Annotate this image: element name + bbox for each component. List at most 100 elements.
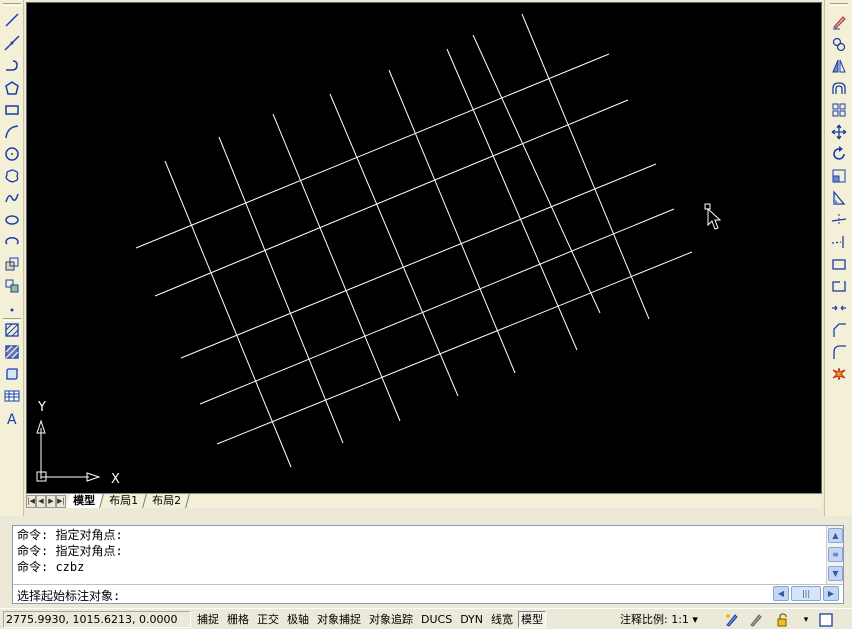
command-prompt: 选择起始标注对象: [17,589,121,603]
rectangle-icon[interactable] [2,100,22,120]
join-icon[interactable] [829,298,849,318]
table-icon[interactable] [2,386,22,406]
grid-line[interactable] [216,251,693,445]
hatch-icon[interactable] [2,320,22,340]
extend-icon[interactable] [829,232,849,252]
toolbar-grip[interactable] [830,3,848,6]
grid-line[interactable] [180,163,657,359]
osnap-button[interactable]: 对象捕捉 [314,611,364,628]
spline-icon[interactable] [2,188,22,208]
mouse-cursor-icon [704,203,722,230]
ellipse-icon[interactable] [2,210,22,230]
prev-tab-icon[interactable]: ◀ [36,495,46,508]
scroll-down-icon[interactable]: ▼ [828,566,843,581]
toolbar-grip[interactable] [3,3,21,6]
command-window: 命令: 指定对角点: 命令: 指定对角点: 命令: czbz ▲ ≡ ▼ 选择起… [12,525,844,604]
ellipse-arc-icon[interactable] [2,232,22,252]
command-line[interactable]: 选择起始标注对象: ◀ ||| ▶ [13,584,843,603]
svg-text:A: A [7,412,17,426]
otrack-button[interactable]: 对象追踪 [366,611,416,628]
insert-block-icon[interactable] [2,254,22,274]
ortho-button[interactable]: 正交 [254,611,282,628]
array-icon[interactable] [829,100,849,120]
ucs-y-label: Y [37,400,46,415]
annotation-scale[interactable]: 注释比例: 1:1 ▾ [620,612,698,627]
scale-icon[interactable] [829,166,849,186]
grid-drawing: Y X [36,13,722,487]
modify-toolbar [824,0,852,516]
revision-cloud-icon[interactable] [2,166,22,186]
first-tab-icon[interactable]: |◀ [26,495,36,508]
grid-line[interactable] [135,53,610,249]
stretch-icon[interactable] [829,188,849,208]
chamfer-icon[interactable] [829,320,849,340]
annotation-visibility-icon[interactable] [724,612,740,628]
drawing-canvas[interactable]: Y X [26,2,822,494]
scroll-up-icon[interactable]: ▲ [828,528,843,543]
command-hscroll[interactable]: ◀ ||| ▶ [773,586,841,601]
circle-icon[interactable] [2,144,22,164]
grid-line[interactable] [329,93,459,397]
draw-toolbar: A [0,0,24,516]
ucs-x-label: X [111,472,120,487]
explode-icon[interactable] [829,364,849,384]
scroll-thumb[interactable]: ≡ [828,547,843,562]
clean-screen-icon[interactable] [818,612,834,628]
offset-icon[interactable] [829,78,849,98]
status-bar: 2775.9930, 1015.6213, 0.0000 捕捉 栅格 正交 极轴… [0,608,852,629]
lock-icon[interactable] [774,612,790,628]
grid-line[interactable] [472,34,601,314]
move-icon[interactable] [829,122,849,142]
break-icon[interactable] [829,276,849,296]
next-tab-icon[interactable]: ▶ [46,495,56,508]
tab-model[interactable]: 模型 [66,494,104,508]
drafting-settings: 捕捉 栅格 正交 极轴 对象捕捉 对象追踪 DUCS DYN 线宽 模型 [194,611,547,628]
gradient-icon[interactable] [2,342,22,362]
hscroll-thumb[interactable]: ||| [791,586,821,601]
tab-layout2[interactable]: 布局2 [145,494,190,508]
grid-line[interactable] [218,136,344,444]
scroll-left-icon[interactable]: ◀ [773,586,789,601]
erase-icon[interactable] [829,12,849,32]
multiline-text-icon[interactable]: A [2,408,22,428]
polar-button[interactable]: 极轴 [284,611,312,628]
layout-tabbar: |◀ ◀ ▶ ▶| 模型 布局1 布局2 [26,493,822,508]
dyn-button[interactable]: DYN [457,611,486,628]
tab-layout1[interactable]: 布局1 [102,494,147,508]
line-icon[interactable] [2,10,22,30]
command-history-line: 命令: czbz [17,560,85,574]
mirror-icon[interactable] [829,56,849,76]
lineweight-button[interactable]: 线宽 [488,611,516,628]
annotation-scale-label: 注释比例: [620,613,668,626]
scroll-right-icon[interactable]: ▶ [823,586,839,601]
break-at-point-icon[interactable] [829,254,849,274]
chevron-down-icon: ▾ [692,613,698,626]
grid-line[interactable] [164,160,292,468]
ducs-button[interactable]: DUCS [418,611,455,628]
copy-icon[interactable] [829,34,849,54]
command-scrollbar[interactable]: ▲ ≡ ▼ [826,526,843,584]
grid-line[interactable] [154,99,629,297]
region-icon[interactable] [2,364,22,384]
snap-button[interactable]: 捕捉 [194,611,222,628]
grid-button[interactable]: 栅格 [224,611,252,628]
polyline-icon[interactable] [2,56,22,76]
polygon-icon[interactable] [2,78,22,98]
rotate-icon[interactable] [829,144,849,164]
make-block-icon[interactable] [2,276,22,296]
fillet-icon[interactable] [829,342,849,362]
chevron-down-icon[interactable]: ▾ [798,612,814,628]
ucs-icon: Y X [36,400,120,487]
last-tab-icon[interactable]: ▶| [56,495,66,508]
grid-line[interactable] [521,13,650,320]
trim-icon[interactable] [829,210,849,230]
grid-line[interactable] [388,69,516,374]
grid-line[interactable] [272,113,401,422]
arc-icon[interactable] [2,122,22,142]
grid-line[interactable] [199,208,675,405]
coordinate-readout[interactable]: 2775.9930, 1015.6213, 0.0000 [3,611,191,628]
construction-line-icon[interactable] [2,33,22,53]
point-icon[interactable] [2,298,22,318]
auto-scale-icon[interactable] [748,612,764,628]
model-space-button[interactable]: 模型 [518,611,547,628]
